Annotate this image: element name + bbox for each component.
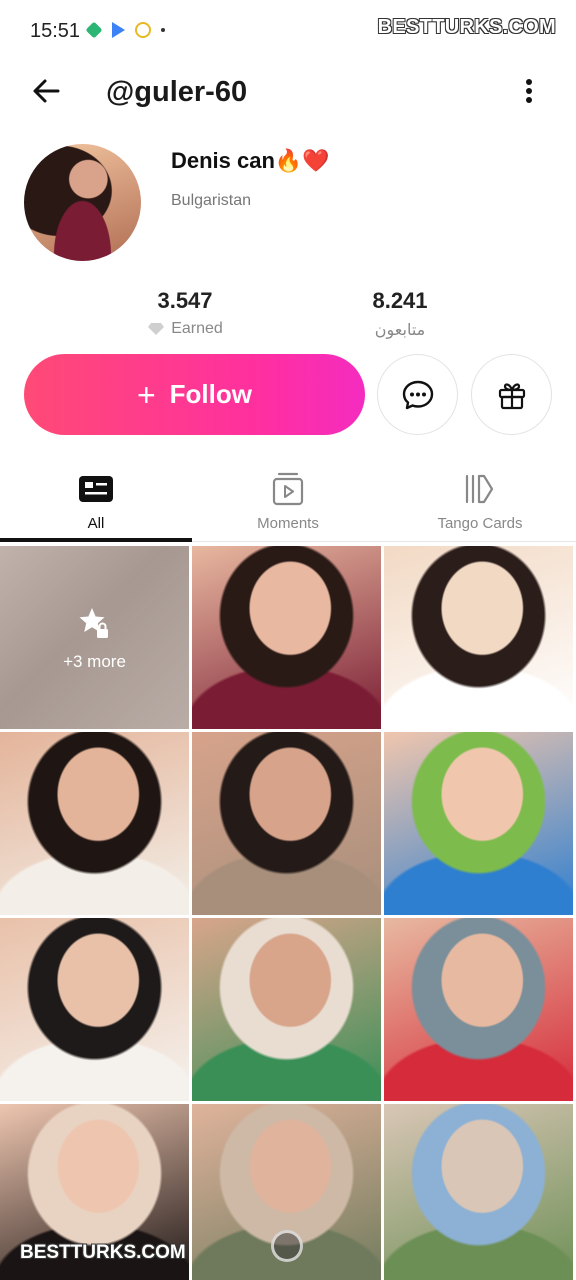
photo-image [384,918,573,1101]
app-notification-icon [85,21,103,39]
earned-value: 3.547 [157,288,213,313]
followers-label: متابعون [374,322,426,339]
photo-tile[interactable] [384,1104,573,1280]
photo-image [192,732,381,915]
followers-value: 8.241 [372,288,428,313]
photo-tile[interactable] [384,918,573,1101]
photo-tile[interactable] [384,546,573,729]
photo-tile[interactable] [192,546,381,729]
photo-tile[interactable] [0,732,189,915]
gift-button[interactable] [471,354,552,435]
active-tab-indicator [0,538,192,542]
diamond-icon [148,323,165,335]
tab-tango-cards[interactable]: Tango Cards [384,462,576,542]
photo-image [384,732,573,915]
profile-card-icon [79,476,113,502]
display-name: Denis can🔥❤️ [171,148,330,173]
video-indicator-icon [271,1230,303,1262]
watermark: BESTTURKS.COM [377,16,556,38]
back-arrow-icon [33,79,60,103]
follow-button[interactable]: + Follow [24,354,365,435]
video-play-icon [272,472,304,506]
tab-moments[interactable]: Moments [192,462,384,542]
photo-image [0,732,189,915]
watermark-bottom: BESTTURKS.COM [20,1242,186,1263]
status-notification-icons [85,21,165,39]
status-bar: 15:51 BESTTURKS.COM [0,0,576,62]
profile-username: @guler-60 [106,76,248,108]
photo-image [384,1104,573,1280]
photo-image [192,918,381,1101]
tab-all-label: All [87,515,105,532]
more-vertical-icon [526,79,532,103]
followers-stat[interactable]: 8.241 متابعون [325,288,475,340]
tab-moments-label: Moments [257,515,319,532]
cards-icon [465,474,494,504]
more-notifications-dot-icon [161,28,165,32]
profile-country: Bulgaristan [171,192,252,209]
photo-tile[interactable] [384,732,573,915]
gift-icon [498,382,525,409]
tab-tango-cards-label: Tango Cards [437,515,523,532]
locked-media-tile[interactable]: +3 more [0,546,189,729]
earned-stat: 3.547 Earned [110,288,260,338]
coin-icon [135,22,151,38]
earned-label: Earned [171,320,223,337]
more-options-button[interactable] [514,74,544,108]
photo-image [384,546,573,729]
avatar[interactable] [24,144,141,261]
locked-star-icon [79,608,108,638]
plus-icon: + [136,376,156,413]
top-nav: @guler-60 [0,62,576,122]
tab-all[interactable]: All [0,462,192,542]
photo-tile[interactable] [0,918,189,1101]
photo-tile[interactable] [192,732,381,915]
back-button[interactable] [30,74,64,108]
profile-tabs: All Moments Tango Cards [0,462,576,542]
status-time: 15:51 [30,20,81,42]
follow-label: Follow [169,379,252,409]
chat-button[interactable] [377,354,458,435]
photo-image [192,546,381,729]
photo-image [0,918,189,1101]
photo-tile[interactable] [192,918,381,1101]
more-photos-text: +3 more [63,652,126,671]
chat-bubble-icon [402,380,433,409]
play-store-icon [112,22,125,38]
